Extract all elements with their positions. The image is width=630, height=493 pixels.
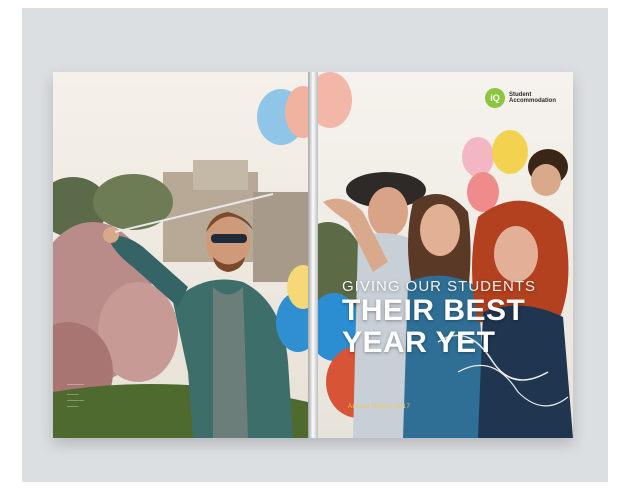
logo-wordmark: Student Accommodation — [509, 92, 557, 104]
brand-logo: iQ Student Accommodation — [485, 88, 561, 108]
headline-kicker: GIVING OUR STUDENTS — [342, 278, 537, 295]
headline-line-1: THEIR BEST — [342, 294, 526, 327]
headline-line-2: YEAR YET — [342, 326, 496, 359]
back-cover-page: ────── ──── ────── ──── — [53, 72, 308, 438]
logo-badge: iQ — [485, 88, 505, 108]
brochure-spread: ────── ──── ────── ──── iQ Student Accom… — [53, 72, 573, 438]
small-print-line: ──── ────── ──── — [67, 392, 85, 409]
small-print-line: ────── — [67, 382, 85, 387]
front-cover-page: iQ Student Accommodation GIVING OUR STUD… — [318, 72, 573, 438]
report-tag: Annual Report 2017 — [348, 404, 411, 410]
front-cover-photo — [318, 72, 573, 438]
spine-gutter — [308, 72, 318, 438]
back-cover-small-print: ────── ──── ────── ──── — [67, 382, 137, 414]
cover-headline: GIVING OUR STUDENTS THEIR BEST YEAR YET — [342, 278, 536, 359]
